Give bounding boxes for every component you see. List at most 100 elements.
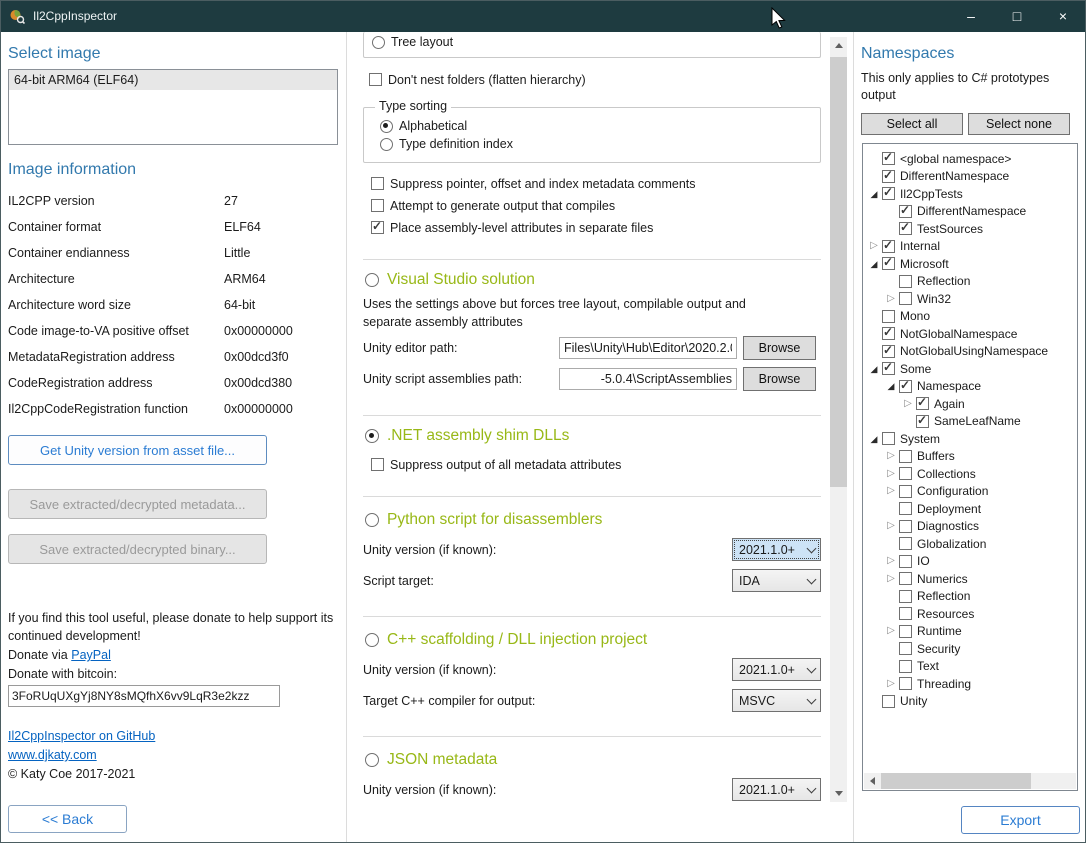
scroll-left-button[interactable] — [864, 773, 880, 789]
tree-checkbox[interactable] — [899, 502, 912, 515]
tree-checkbox[interactable] — [882, 345, 895, 358]
tree-checkbox[interactable] — [899, 485, 912, 498]
script-assemblies-path-input[interactable] — [559, 368, 737, 390]
tree-checkbox[interactable] — [882, 240, 895, 253]
tree-item[interactable]: Security — [864, 640, 1076, 658]
expand-icon[interactable]: ▷ — [883, 469, 899, 479]
browse-editor-path-button[interactable]: Browse — [743, 336, 816, 360]
tree-checkbox[interactable] — [899, 275, 912, 288]
tree-item[interactable]: SameLeafName — [864, 413, 1076, 431]
unity-editor-path-input[interactable] — [559, 337, 737, 359]
tree-checkbox[interactable] — [882, 152, 895, 165]
tree-item[interactable]: ▷Threading — [864, 675, 1076, 693]
expand-icon[interactable]: ▷ — [883, 294, 899, 304]
tree-item[interactable]: ▷IO — [864, 553, 1076, 571]
dropdown-arrow-icon[interactable] — [803, 668, 820, 672]
tree-checkbox[interactable] — [899, 537, 912, 550]
suppress-comments-checkbox[interactable]: Suppress pointer, offset and index metad… — [363, 176, 821, 191]
tree-checkbox[interactable] — [882, 187, 895, 200]
collapse-icon[interactable]: ◢ — [866, 259, 882, 269]
type-definition-index-radio[interactable]: Type definition index — [380, 137, 820, 151]
export-button[interactable]: Export — [961, 806, 1080, 834]
dotnet-shim-dlls-radio[interactable]: .NET assembly shim DLLs — [363, 426, 821, 446]
radio-icon[interactable] — [365, 273, 379, 287]
tree-checkbox[interactable] — [899, 607, 912, 620]
website-link[interactable]: www.djkaty.com — [8, 748, 97, 762]
radio-icon[interactable] — [380, 138, 393, 151]
tree-checkbox[interactable] — [899, 677, 912, 690]
get-unity-version-button[interactable]: Get Unity version from asset file... — [8, 435, 267, 465]
json-unity-version-combo[interactable]: 2021.1.0+ — [732, 778, 821, 801]
tree-item[interactable]: Text — [864, 658, 1076, 676]
tree-item[interactable]: DifferentNamespace — [864, 168, 1076, 186]
tree-layout-radio[interactable]: Tree layout — [372, 35, 820, 49]
tree-checkbox[interactable] — [882, 695, 895, 708]
tree-checkbox[interactable] — [899, 625, 912, 638]
tree-checkbox[interactable] — [899, 450, 912, 463]
tree-item[interactable]: ▷Again — [864, 395, 1076, 413]
tree-checkbox[interactable] — [899, 642, 912, 655]
tree-item[interactable]: ◢System — [864, 430, 1076, 448]
expand-icon[interactable]: ▷ — [883, 574, 899, 584]
tree-item[interactable]: NotGlobalNamespace — [864, 325, 1076, 343]
tree-item[interactable]: ▷Runtime — [864, 623, 1076, 641]
python-unity-version-combo[interactable]: 2021.1.0+ — [732, 538, 821, 561]
checkbox-icon[interactable] — [371, 221, 384, 234]
cpp-unity-version-combo[interactable]: 2021.1.0+ — [732, 658, 821, 681]
github-link[interactable]: Il2CppInspector on GitHub — [8, 729, 155, 743]
image-list-item[interactable]: 64-bit ARM64 (ELF64) — [9, 70, 337, 90]
tree-item[interactable]: ▷Numerics — [864, 570, 1076, 588]
tree-checkbox[interactable] — [882, 432, 895, 445]
radio-icon[interactable] — [365, 753, 379, 767]
compilable-output-checkbox[interactable]: Attempt to generate output that compiles — [363, 198, 821, 213]
expand-icon[interactable]: ▷ — [883, 556, 899, 566]
scroll-up-button[interactable] — [830, 37, 847, 54]
tree-item[interactable]: <global namespace> — [864, 150, 1076, 168]
tree-checkbox[interactable] — [899, 520, 912, 533]
tree-item[interactable]: ◢Il2CppTests — [864, 185, 1076, 203]
tree-checkbox[interactable] — [899, 572, 912, 585]
tree-checkbox[interactable] — [916, 397, 929, 410]
tree-checkbox[interactable] — [899, 555, 912, 568]
tree-item[interactable]: NotGlobalUsingNamespace — [864, 343, 1076, 361]
expand-icon[interactable]: ▷ — [883, 679, 899, 689]
dropdown-arrow-icon[interactable] — [803, 548, 820, 552]
python-script-radio[interactable]: Python script for disassemblers — [363, 510, 821, 530]
tree-checkbox[interactable] — [899, 590, 912, 603]
maximize-button[interactable]: □ — [994, 0, 1040, 32]
tree-checkbox[interactable] — [882, 310, 895, 323]
tree-item[interactable]: ▷Buffers — [864, 448, 1076, 466]
back-button[interactable]: << Back — [8, 805, 127, 833]
radio-icon[interactable] — [365, 429, 379, 443]
tree-item[interactable]: ◢Some — [864, 360, 1076, 378]
tree-checkbox[interactable] — [899, 380, 912, 393]
browse-assemblies-path-button[interactable]: Browse — [743, 367, 816, 391]
tree-checkbox[interactable] — [899, 467, 912, 480]
tree-checkbox[interactable] — [899, 205, 912, 218]
expand-icon[interactable]: ▷ — [883, 451, 899, 461]
separate-attribute-files-checkbox[interactable]: Place assembly-level attributes in separ… — [363, 220, 821, 235]
tree-item[interactable]: Reflection — [864, 588, 1076, 606]
tree-item[interactable]: ◢Microsoft — [864, 255, 1076, 273]
expand-icon[interactable]: ▷ — [900, 399, 916, 409]
tree-checkbox[interactable] — [882, 257, 895, 270]
bitcoin-address-input[interactable] — [8, 685, 280, 707]
tree-checkbox[interactable] — [899, 222, 912, 235]
suppress-metadata-attributes-checkbox[interactable]: Suppress output of all metadata attribut… — [363, 457, 821, 472]
tree-item[interactable]: DifferentNamespace — [864, 203, 1076, 221]
tree-item[interactable]: Resources — [864, 605, 1076, 623]
tree-checkbox[interactable] — [916, 415, 929, 428]
tree-checkbox[interactable] — [882, 327, 895, 340]
cpp-scaffolding-radio[interactable]: C++ scaffolding / DLL injection project — [363, 630, 821, 650]
visual-studio-solution-radio[interactable]: Visual Studio solution — [363, 270, 821, 290]
tree-item[interactable]: TestSources — [864, 220, 1076, 238]
expand-icon[interactable]: ▷ — [883, 521, 899, 531]
tree-checkbox[interactable] — [882, 362, 895, 375]
scrollbar-thumb[interactable] — [830, 57, 847, 487]
close-button[interactable]: × — [1040, 0, 1086, 32]
expand-icon[interactable]: ▷ — [866, 241, 882, 251]
tree-item[interactable]: ▷Diagnostics — [864, 518, 1076, 536]
tree-item[interactable]: Mono — [864, 308, 1076, 326]
expand-icon[interactable]: ▷ — [883, 486, 899, 496]
dropdown-arrow-icon[interactable] — [803, 788, 820, 792]
